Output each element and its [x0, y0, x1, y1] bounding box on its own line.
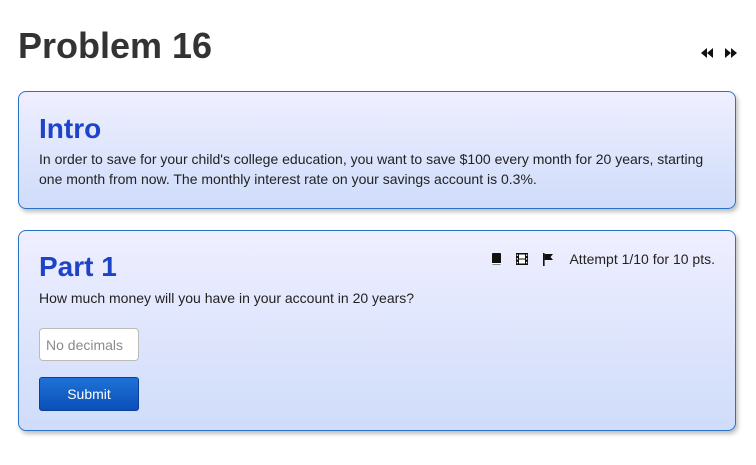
- problem-nav: [700, 46, 738, 60]
- part1-question: How much money will you have in your acc…: [39, 290, 415, 306]
- attempt-status: Attempt 1/10 for 10 pts.: [569, 251, 715, 267]
- intro-card: Intro In order to save for your child's …: [18, 91, 736, 209]
- page-title: Problem 16: [18, 25, 213, 66]
- part1-card: Part 1 Attempt 1/10 for 10 pts. How much…: [18, 230, 736, 431]
- fast-forward-icon[interactable]: [724, 46, 738, 60]
- answer-input[interactable]: [39, 328, 139, 361]
- part-tools: Attempt 1/10 for 10 pts.: [489, 251, 715, 267]
- flag-icon[interactable]: [541, 252, 555, 266]
- book-icon[interactable]: [489, 252, 503, 266]
- film-icon[interactable]: [515, 252, 529, 266]
- rewind-icon[interactable]: [700, 46, 714, 60]
- page: Problem 16 Intro In order to save for yo…: [0, 0, 756, 465]
- submit-button[interactable]: Submit: [39, 377, 139, 411]
- part1-heading: Part 1: [39, 251, 117, 282]
- intro-heading: Intro: [39, 113, 102, 144]
- intro-text: In order to save for your child's colleg…: [39, 151, 704, 187]
